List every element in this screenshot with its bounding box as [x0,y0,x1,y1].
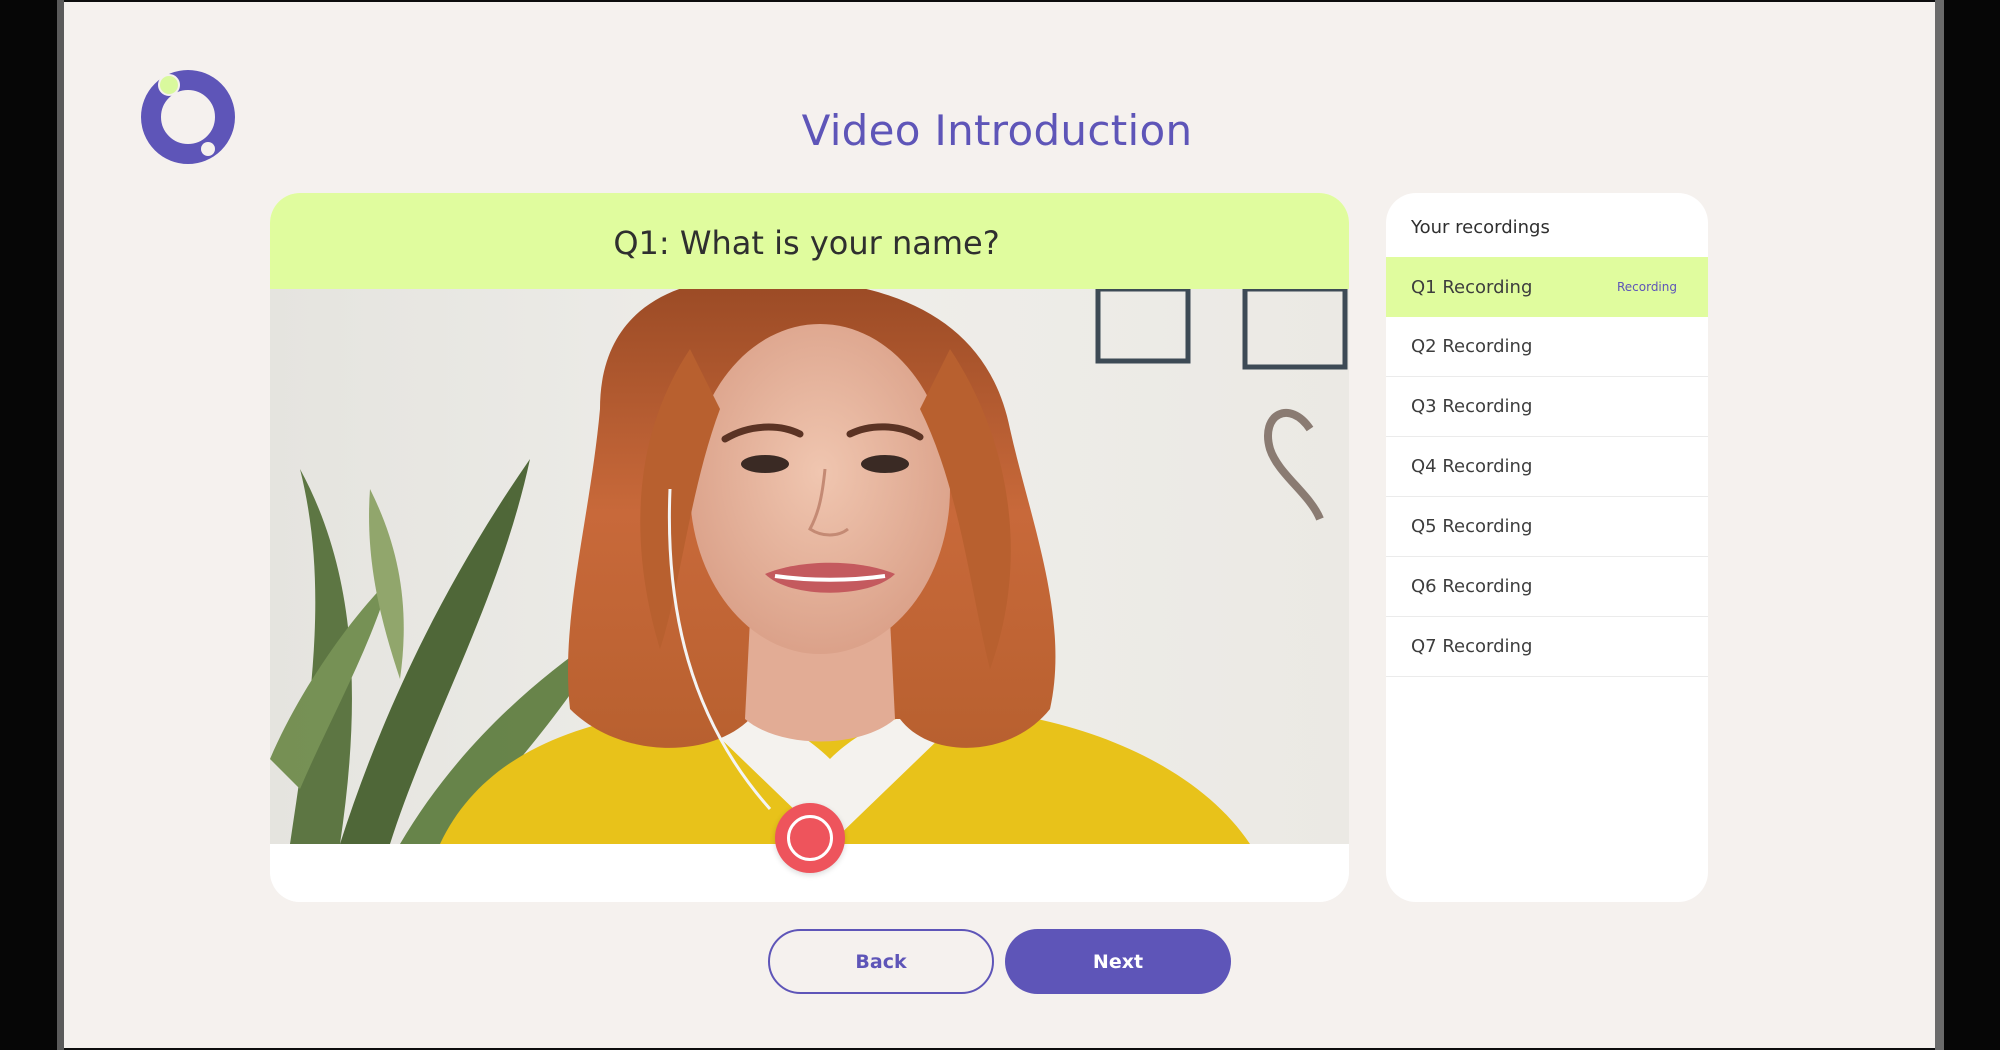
recordings-panel: Your recordings Q1 Recording Recording Q… [1386,193,1708,902]
page-title: Video Introduction [801,106,1193,155]
recording-item-label: Q1 Recording [1411,276,1533,298]
recordings-panel-title: Your recordings [1411,217,1550,238]
recordings-list: Q1 Recording Recording Q2 Recording Q3 R… [1386,257,1708,677]
left-bezel [0,0,57,1050]
device-frame: Video Introduction Q1: What is your name… [0,0,2000,1050]
next-button[interactable]: Next [1005,929,1231,994]
recording-item-label: Q6 Recording [1411,576,1533,597]
recording-item-q4[interactable]: Q4 Recording [1386,437,1708,497]
question-bar: Q1: What is your name? [270,193,1349,289]
question-text: Q1: What is your name? [613,224,1000,262]
record-icon [787,815,833,861]
recording-item-label: Q2 Recording [1411,336,1533,357]
right-bezel [1935,0,2000,1050]
left-bezel-edge [57,0,64,1050]
recording-item-q7[interactable]: Q7 Recording [1386,617,1708,677]
recording-item-label: Q5 Recording [1411,516,1533,537]
recording-item-q2[interactable]: Q2 Recording [1386,317,1708,377]
recording-item-q3[interactable]: Q3 Recording [1386,377,1708,437]
recording-item-q6[interactable]: Q6 Recording [1386,557,1708,617]
recording-item-label: Q3 Recording [1411,396,1533,417]
video-card: Q1: What is your name? [270,193,1349,902]
recording-item-label: Q4 Recording [1411,456,1533,477]
recording-item-label: Q7 Recording [1411,636,1533,657]
record-button[interactable] [775,803,845,873]
right-bezel-edge [1935,0,1944,1050]
recording-item-q5[interactable]: Q5 Recording [1386,497,1708,557]
recording-status-badge: Recording [1616,280,1677,294]
recording-item-q1[interactable]: Q1 Recording Recording [1386,257,1708,317]
app-screen: Video Introduction Q1: What is your name… [64,2,1935,1048]
back-button[interactable]: Back [768,929,994,994]
video-preview [270,289,1349,844]
